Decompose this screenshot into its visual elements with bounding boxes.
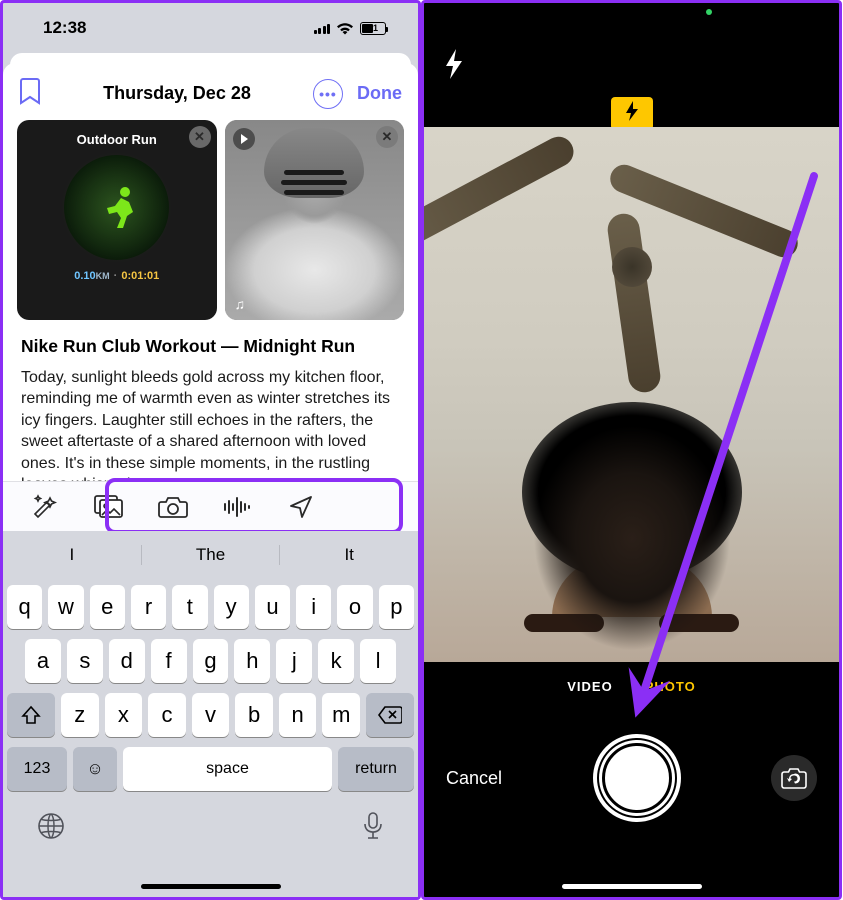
suggestion-2[interactable]: The [141, 545, 281, 565]
home-indicator[interactable] [562, 884, 702, 889]
done-button[interactable]: Done [357, 83, 402, 104]
key-x[interactable]: x [105, 693, 143, 737]
more-button[interactable]: ••• [313, 79, 343, 109]
key-t[interactable]: t [172, 585, 207, 629]
workout-stats: 0.10KM · 0:01:01 [74, 270, 159, 282]
key-q[interactable]: q [7, 585, 42, 629]
mode-video[interactable]: VIDEO [567, 679, 612, 694]
dictation-icon[interactable] [362, 811, 384, 841]
key-p[interactable]: p [379, 585, 414, 629]
suggestion-1[interactable]: I [3, 545, 141, 565]
key-b[interactable]: b [235, 693, 273, 737]
mode-photo[interactable]: PHOTO [645, 679, 696, 694]
play-icon[interactable] [233, 128, 255, 150]
workout-label: Outdoor Run [77, 132, 157, 147]
key-v[interactable]: v [192, 693, 230, 737]
entry-date: Thursday, Dec 28 [103, 83, 251, 104]
media-card[interactable]: ✕ ♫ [225, 120, 405, 320]
camera-controls: Cancel [424, 733, 839, 823]
key-f[interactable]: f [151, 639, 187, 683]
close-icon[interactable]: ✕ [189, 126, 211, 148]
home-indicator[interactable] [141, 884, 281, 889]
wifi-icon [336, 22, 354, 35]
workout-card[interactable]: ✕ Outdoor Run 0.10KM · 0:01:01 [17, 120, 217, 320]
attachment-cards: ✕ Outdoor Run 0.10KM · 0:01:01 ✕ ♫ [3, 120, 418, 320]
keyboard: qwertyuiop asdfghjkl zxcvbnm 123 ☺ space… [3, 579, 418, 897]
battery-icon: 51 [360, 22, 386, 35]
delete-key[interactable] [366, 693, 414, 737]
key-g[interactable]: g [193, 639, 229, 683]
emoji-key[interactable]: ☺ [73, 747, 117, 791]
shift-key[interactable] [7, 693, 55, 737]
key-l[interactable]: l [360, 639, 396, 683]
return-key[interactable]: return [338, 747, 414, 791]
magic-wand-icon[interactable] [19, 487, 71, 527]
key-d[interactable]: d [109, 639, 145, 683]
key-y[interactable]: y [214, 585, 249, 629]
runner-icon [93, 184, 141, 232]
privacy-indicator-icon [706, 9, 712, 15]
key-e[interactable]: e [90, 585, 125, 629]
music-icon: ♫ [235, 296, 246, 312]
key-c[interactable]: c [148, 693, 186, 737]
flash-icon[interactable] [444, 49, 464, 84]
camera-icon[interactable] [147, 487, 199, 527]
flip-camera-button[interactable] [771, 755, 817, 801]
key-u[interactable]: u [255, 585, 290, 629]
key-w[interactable]: w [48, 585, 83, 629]
keyboard-suggestions: I The It [3, 531, 418, 579]
shutter-button[interactable] [599, 740, 675, 816]
status-icons: 51 [314, 22, 387, 35]
status-bar: 12:38 51 [3, 3, 418, 53]
entry-title: Nike Run Club Workout — Midnight Run [21, 336, 400, 357]
space-key[interactable]: space [123, 747, 332, 791]
key-m[interactable]: m [322, 693, 360, 737]
camera-viewfinder[interactable] [424, 127, 839, 662]
photo-library-icon[interactable] [83, 487, 135, 527]
numbers-key[interactable]: 123 [7, 747, 67, 791]
key-i[interactable]: i [296, 585, 331, 629]
entry-toolbar [3, 481, 418, 531]
sheet-header: Thursday, Dec 28 ••• Done [3, 63, 418, 120]
entry-text[interactable]: Today, sunlight bleeds gold across my ki… [21, 367, 400, 497]
key-k[interactable]: k [318, 639, 354, 683]
camera-mode-selector[interactable]: VIDEO PHOTO [424, 679, 839, 694]
close-icon[interactable]: ✕ [376, 126, 398, 148]
cancel-button[interactable]: Cancel [446, 768, 502, 789]
globe-icon[interactable] [37, 812, 65, 840]
key-r[interactable]: r [131, 585, 166, 629]
flash-on-badge[interactable] [611, 97, 653, 130]
key-j[interactable]: j [276, 639, 312, 683]
camera-app-screenshot: VIDEO PHOTO Cancel [421, 0, 842, 900]
location-icon[interactable] [275, 487, 327, 527]
suggestion-3[interactable]: It [280, 545, 418, 565]
cellular-icon [314, 22, 331, 34]
journal-app-screenshot: 12:38 51 Thursday, Dec 28 ••• Done ✕ [0, 0, 421, 900]
key-z[interactable]: z [61, 693, 99, 737]
key-h[interactable]: h [234, 639, 270, 683]
key-s[interactable]: s [67, 639, 103, 683]
key-n[interactable]: n [279, 693, 317, 737]
workout-ring [64, 155, 169, 260]
audio-icon[interactable] [211, 487, 263, 527]
key-a[interactable]: a [25, 639, 61, 683]
status-time: 12:38 [43, 18, 86, 38]
bookmark-icon[interactable] [19, 77, 41, 110]
key-o[interactable]: o [337, 585, 372, 629]
